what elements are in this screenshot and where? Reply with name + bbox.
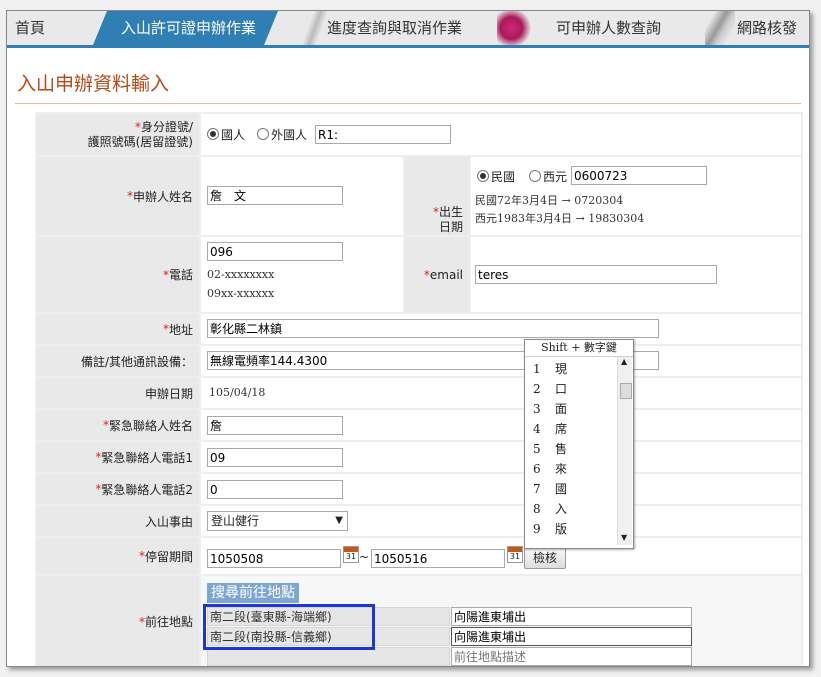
tab-home[interactable]: 首頁 — [15, 11, 45, 45]
scroll-up-icon[interactable]: ▲ — [621, 357, 627, 366]
address-cell — [201, 314, 801, 344]
ime-candidate[interactable]: 4席 — [533, 420, 567, 437]
destination-label: * 前往地點 — [37, 576, 199, 666]
birth-hint-ad: 西元1983年3月4日 → 19830304 — [475, 212, 645, 225]
nav-tabs: 首頁 入山許可證申辦作業 進度查詢與取消作業 可申辦人數查詢 網路核發 — [7, 11, 809, 48]
email-input[interactable] — [475, 265, 717, 284]
stay-to-input[interactable] — [371, 549, 505, 568]
tab-quota[interactable]: 可申辦人數查詢 — [556, 11, 661, 45]
reason-select[interactable]: 登山健行 ▼ — [207, 511, 348, 531]
tab-apply[interactable]: 入山許可證申辦作業 — [93, 11, 278, 45]
phone-input[interactable] — [207, 242, 343, 261]
ime-candidate-popup: Shift + 數字鍵 1現 2口 3面 4席 5售 6來 7國 8入 9版 ▲… — [524, 339, 634, 549]
birth-radio-roc[interactable]: 民國 — [477, 168, 515, 185]
tab-network[interactable]: 網路核發 — [737, 11, 797, 45]
application-form: *身分證號/ 護照號碼(居留證號) 國人 外國人 *申辦人姓名 *出生 日期 民… — [35, 112, 803, 666]
id-radio-foreign[interactable]: 外國人 — [257, 126, 307, 143]
ime-candidate[interactable]: 7國 — [533, 480, 567, 497]
note-cell — [201, 346, 801, 376]
tab-underline — [7, 45, 809, 48]
address-input[interactable] — [207, 319, 659, 338]
ime-title: Shift + 數字鍵 — [525, 340, 633, 357]
ime-candidate[interactable]: 6來 — [533, 460, 567, 477]
phone-label: * 電話 — [37, 237, 199, 312]
stay-cell: 31 ~ 31 檢核 — [201, 538, 801, 574]
mountain-decoration-icon — [705, 11, 735, 45]
scroll-thumb[interactable] — [620, 383, 632, 399]
radio-checked-icon — [477, 170, 489, 182]
ec-name-input[interactable] — [207, 416, 343, 435]
birth-input[interactable] — [571, 166, 707, 185]
stay-separator: ~ — [359, 550, 370, 564]
destination-cell: 搜尋前往地點 南二段(臺東縣-海端鄉) 南二段(南投縣-信義鄉) — [201, 576, 801, 666]
applicant-name-input[interactable] — [207, 186, 343, 205]
tab-progress[interactable]: 進度查詢與取消作業 — [327, 11, 462, 45]
ec-phone2-label: * 緊急聯絡人電話2 — [37, 474, 199, 504]
birth-radio-ad[interactable]: 西元 — [529, 168, 567, 185]
ec-phone2-cell — [201, 474, 801, 504]
id-input[interactable] — [315, 125, 451, 144]
ec-name-label: * 緊急聯絡人姓名 — [37, 410, 199, 440]
ime-candidate[interactable]: 8入 — [533, 500, 567, 517]
phone-hint-landline: 02-xxxxxxxx — [207, 268, 275, 281]
ime-candidate[interactable]: 9版 — [533, 520, 567, 537]
ec-phone1-input[interactable] — [207, 448, 343, 467]
birth-hint-roc: 民國72年3月4日 → 0720304 — [475, 194, 624, 207]
stay-from-input[interactable] — [207, 549, 341, 568]
title-divider — [15, 103, 801, 104]
address-label: * 地址 — [37, 314, 199, 344]
ime-candidate[interactable]: 2口 — [533, 380, 567, 397]
radio-unchecked-icon — [529, 170, 541, 182]
ec-phone1-cell — [201, 442, 801, 472]
phone-hint-mobile: 09xx-xxxxxx — [207, 287, 275, 300]
birth-cell: 民國 西元 民國72年3月4日 → 0720304 西元1983年3月4日 → … — [471, 157, 801, 235]
apply-date-cell: 105/04/18 — [201, 378, 801, 408]
ec-name-cell — [201, 410, 801, 440]
ime-scrollbar[interactable]: ▲ ▼ — [617, 357, 632, 545]
chevron-down-icon: ▼ — [335, 515, 343, 526]
tab-divider-decoration — [303, 11, 327, 45]
page-title: 入山申辦資料輸入 — [17, 73, 170, 95]
search-destination-button[interactable]: 搜尋前往地點 — [207, 583, 299, 603]
reason-cell: 登山健行 ▼ — [201, 506, 801, 536]
id-radio-local[interactable]: 國人 — [207, 126, 245, 143]
applicant-name-cell — [201, 157, 403, 235]
ec-phone1-label: * 緊急聯絡人電話1 — [37, 442, 199, 472]
radio-checked-icon — [207, 128, 219, 140]
ime-candidate[interactable]: 3面 — [533, 400, 567, 417]
id-value-cell: 國人 外國人 — [201, 114, 801, 155]
radio-unchecked-icon — [257, 128, 269, 140]
reason-label: 入山事由 — [37, 506, 199, 536]
calendar-icon[interactable]: 31 — [507, 546, 523, 563]
scroll-down-icon[interactable]: ▼ — [621, 533, 627, 542]
destination-desc-1[interactable] — [451, 607, 692, 626]
stay-label: * 停留期間 — [37, 538, 199, 574]
flower-decoration-icon — [497, 11, 533, 45]
ime-candidate[interactable]: 1現 — [533, 360, 567, 377]
ime-candidate[interactable]: 5售 — [533, 440, 567, 457]
email-cell — [471, 237, 801, 312]
apply-date-value: 105/04/18 — [209, 386, 266, 399]
id-label: *身分證號/ 護照號碼(居留證號) — [37, 114, 199, 155]
destination-desc-2[interactable] — [451, 627, 692, 646]
calendar-icon[interactable]: 31 — [343, 546, 359, 563]
check-button[interactable]: 檢核 — [524, 548, 566, 569]
birth-label: *出生 日期 — [405, 157, 469, 235]
applicant-name-label: * 申辦人姓名 — [37, 157, 199, 235]
highlight-box — [203, 604, 375, 650]
apply-date-label: 申辦日期 — [37, 378, 199, 408]
destination-desc-3[interactable] — [451, 647, 692, 666]
note-label: 備註/其他通訊設備： — [37, 346, 199, 376]
email-label: * email — [405, 237, 469, 312]
ec-phone2-input[interactable] — [207, 480, 343, 499]
browser-frame: 首頁 入山許可證申辦作業 進度查詢與取消作業 可申辦人數查詢 網路核發 入山申辦… — [6, 10, 810, 667]
phone-cell: 02-xxxxxxxx 09xx-xxxxxx — [201, 237, 403, 312]
